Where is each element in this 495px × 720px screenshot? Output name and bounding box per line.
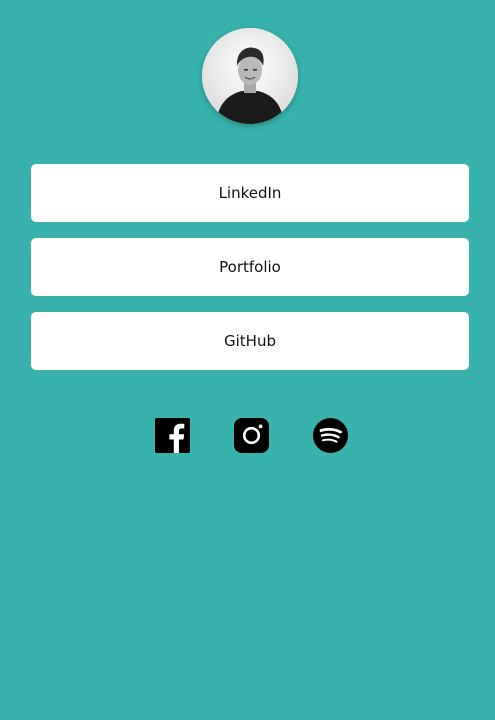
- spotify-link[interactable]: [313, 418, 348, 453]
- spotify-icon: [313, 418, 348, 453]
- avatar: [202, 28, 298, 124]
- portfolio-button[interactable]: Portfolio: [31, 238, 469, 296]
- instagram-link[interactable]: [234, 418, 269, 453]
- linkedin-button[interactable]: LinkedIn: [31, 164, 469, 222]
- social-links: [155, 418, 348, 453]
- person-photo-icon: [202, 28, 298, 124]
- facebook-icon: [155, 418, 190, 453]
- facebook-link[interactable]: [155, 418, 190, 453]
- link-list: LinkedIn Portfolio GitHub: [31, 164, 469, 386]
- link-page: LinkedIn Portfolio GitHub: [0, 0, 495, 720]
- instagram-icon: [234, 418, 269, 453]
- github-button[interactable]: GitHub: [31, 312, 469, 370]
